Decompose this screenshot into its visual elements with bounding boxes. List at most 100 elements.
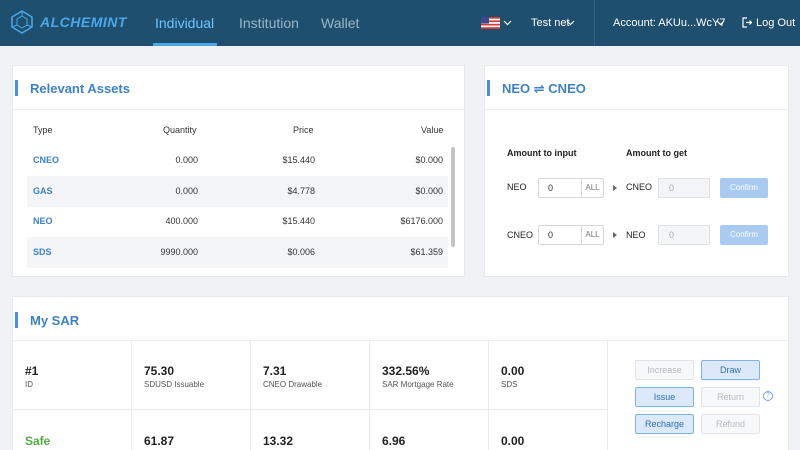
status-value: Safe — [25, 434, 51, 448]
stat-value: 0.00 — [501, 434, 525, 448]
card-divider — [485, 109, 790, 110]
price-cell: $0.006 — [287, 247, 315, 257]
stat-label: SDUSD Issuable — [144, 380, 205, 389]
sar-stat-sds: 0.00 SDS — [489, 340, 608, 410]
to-asset-label: NEO — [626, 230, 646, 240]
stat-value: 13.32 — [263, 434, 294, 448]
stat-value: 332.56% — [382, 364, 430, 378]
quantity-cell: 400.000 — [165, 216, 198, 226]
from-asset-label: NEO — [507, 182, 527, 192]
column-header-value: Value — [421, 125, 444, 135]
help-icon[interactable]: ? — [763, 391, 773, 401]
asset-link[interactable]: CNEO — [33, 155, 59, 165]
stat-label: SAR Mortgage Rate — [382, 380, 454, 389]
sar-stat-id: #1 ID — [13, 340, 132, 410]
tab-individual[interactable]: Individual — [155, 15, 214, 31]
table-row: CNEO 0.000 $15.440 $0.000 — [27, 145, 448, 176]
output-placeholder: 0 — [669, 183, 675, 193]
confirm-button[interactable]: Confirm — [720, 225, 768, 245]
card-title-accent: Relevant Assets — [15, 80, 130, 96]
confirm-button[interactable]: Confirm — [720, 178, 768, 198]
input-value: 0 — [548, 230, 554, 240]
header-divider — [594, 0, 595, 46]
tab-institution[interactable]: Institution — [239, 15, 299, 31]
from-asset-label: CNEO — [507, 230, 534, 240]
chevron-down-icon[interactable] — [503, 20, 512, 26]
asset-link[interactable]: GAS — [33, 186, 53, 196]
stat-value: 6.96 — [382, 434, 406, 448]
top-nav-bar: ALCHEMINT Individual Institution Wallet … — [0, 0, 800, 46]
chevron-down-icon[interactable] — [566, 20, 575, 26]
value-cell: $0.000 — [415, 186, 443, 196]
asset-link[interactable]: NEO — [33, 216, 53, 226]
value-cell: $6176.000 — [400, 216, 443, 226]
chevron-down-icon[interactable] — [716, 20, 725, 26]
column-header-price: Price — [293, 125, 314, 135]
sar-stat-cell: 6.96 — [370, 410, 489, 450]
quantity-cell: 9990.000 — [160, 247, 198, 257]
logout-icon[interactable] — [742, 17, 752, 28]
arrow-right-icon — [613, 185, 617, 191]
stat-value: 7.31 — [263, 364, 287, 378]
issue-button[interactable]: Issue — [635, 387, 694, 407]
neo-amount-input[interactable]: 0 ALL — [538, 178, 604, 198]
output-placeholder: 0 — [669, 230, 675, 240]
all-button[interactable]: ALL — [581, 226, 603, 244]
relevant-assets-title: Relevant Assets — [30, 81, 130, 96]
stat-value: 0.00 — [501, 364, 525, 378]
recharge-button[interactable]: Recharge — [635, 414, 694, 434]
stat-value: 61.87 — [144, 434, 175, 448]
value-cell: $0.000 — [415, 155, 443, 165]
quantity-cell: 0.000 — [175, 155, 198, 165]
increase-button[interactable]: Increase — [635, 360, 694, 380]
table-row: SDS 9990.000 $0.006 $61.359 — [27, 237, 448, 268]
price-cell: $15.440 — [282, 155, 315, 165]
card-divider — [13, 109, 466, 110]
stat-value: #1 — [25, 364, 39, 378]
return-button[interactable]: Return — [701, 387, 760, 407]
tab-wallet[interactable]: Wallet — [321, 15, 359, 31]
scrollbar-thumb[interactable] — [451, 147, 455, 247]
draw-button[interactable]: Draw — [701, 360, 760, 380]
card-title-accent: My SAR — [15, 312, 79, 328]
my-sar-title: My SAR — [30, 313, 80, 328]
table-row: NEO 400.000 $15.440 $6176.000 — [27, 206, 448, 237]
amount-get-header: Amount to get — [626, 148, 687, 158]
input-value: 0 — [548, 183, 554, 193]
logo-icon — [11, 10, 33, 34]
network-selector[interactable]: Test net — [531, 17, 570, 29]
neo-cneo-card: NEO ⇌ CNEO — [484, 65, 790, 277]
value-cell: $61.359 — [410, 247, 443, 257]
logout-button[interactable]: Log Out — [756, 17, 795, 29]
table-row: GAS 0.000 $4.778 $0.000 — [27, 176, 448, 207]
amount-input-header: Amount to input — [507, 148, 577, 158]
sar-stat-cell: 61.87 — [132, 410, 251, 450]
sar-stat-cell: 0.00 — [489, 410, 608, 450]
stat-label: ID — [25, 380, 33, 389]
active-tab-indicator — [153, 43, 217, 46]
sar-stat-cell: 13.32 — [251, 410, 370, 450]
stat-value: 75.30 — [144, 364, 175, 378]
stat-label: CNEO Drawable — [263, 380, 323, 389]
account-selector[interactable]: Account: AKUu...WcY7 — [613, 17, 726, 29]
column-header-type: Type — [33, 125, 53, 135]
us-flag-icon[interactable] — [481, 17, 500, 29]
asset-link[interactable]: SDS — [33, 247, 52, 257]
logo[interactable]: ALCHEMINT — [10, 10, 127, 34]
price-cell: $15.440 — [282, 216, 315, 226]
sar-stat-sdusd-issuable: 75.30 SDUSD Issuable — [132, 340, 251, 410]
sar-stat-cneo-drawable: 7.31 CNEO Drawable — [251, 340, 370, 410]
column-header-quantity: Quantity — [163, 125, 197, 135]
neo-cneo-title: NEO ⇌ CNEO — [502, 81, 586, 96]
quantity-cell: 0.000 — [175, 186, 198, 196]
price-cell: $4.778 — [287, 186, 315, 196]
cneo-amount-input[interactable]: 0 ALL — [538, 225, 604, 245]
arrow-right-icon — [613, 232, 617, 238]
card-title-accent: NEO ⇌ CNEO — [487, 80, 586, 96]
sar-stat-status: Safe — [13, 410, 132, 450]
refund-button[interactable]: Refund — [701, 414, 760, 434]
sar-stat-mortgage-rate: 332.56% SAR Mortgage Rate — [370, 340, 489, 410]
cneo-output-field: 0 — [658, 178, 710, 198]
all-button[interactable]: ALL — [581, 179, 603, 197]
neo-output-field: 0 — [658, 225, 710, 245]
